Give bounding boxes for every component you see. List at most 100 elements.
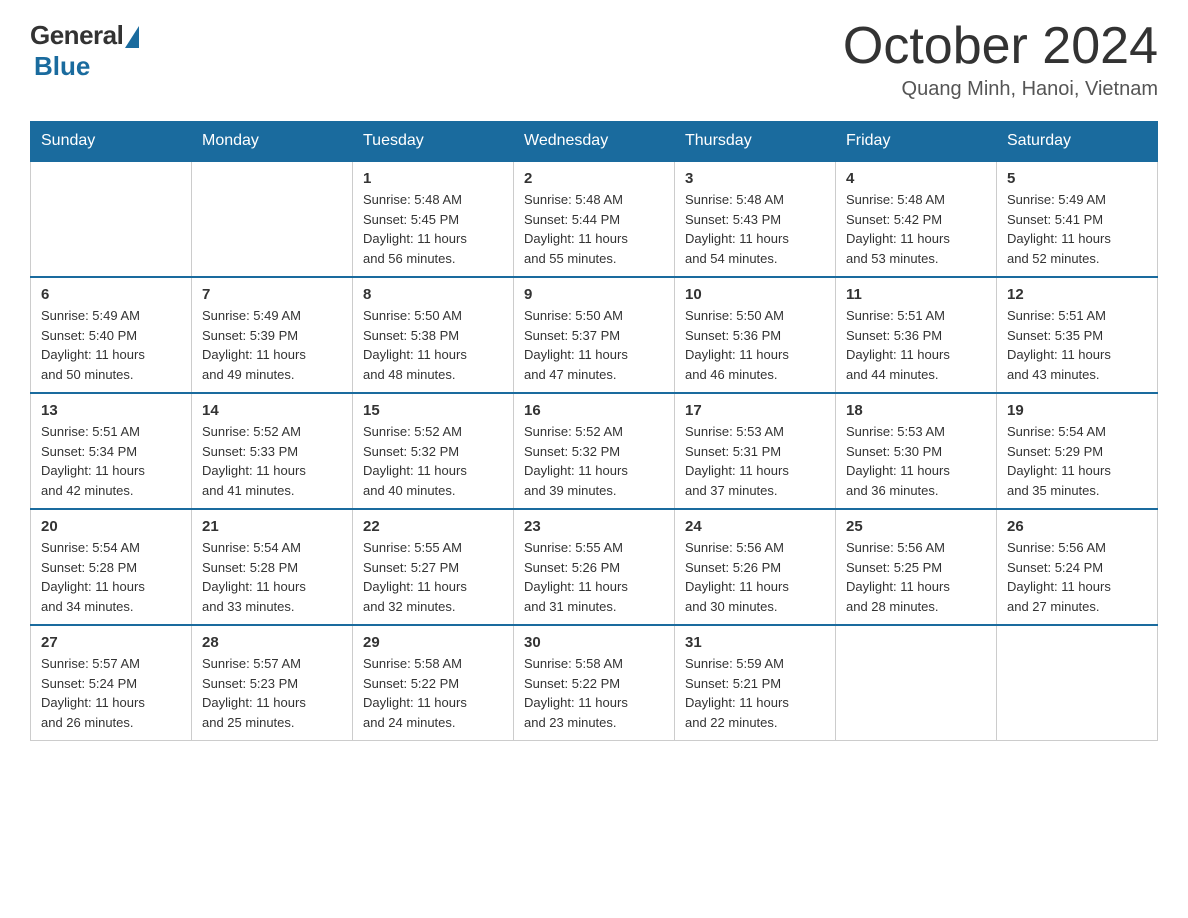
day-number: 24 — [685, 518, 825, 535]
day-info: Sunrise: 5:49 AM Sunset: 5:39 PM Dayligh… — [202, 306, 342, 384]
table-row: 25 Sunrise: 5:56 AM Sunset: 5:25 PM Dayli… — [836, 509, 997, 625]
table-row: 9Sunrise: 5:50 AM Sunset: 5:37 PM Daylig… — [514, 277, 675, 393]
day-number: 25 — [846, 518, 986, 535]
table-row: 13 Sunrise: 5:51 AM Sunset: 5:34 PM Dayli… — [31, 393, 192, 509]
day-number: 11 — [846, 286, 986, 303]
day-number: 5 — [1007, 170, 1147, 187]
table-row: 29Sunrise: 5:58 AM Sunset: 5:22 PM Dayli… — [353, 625, 514, 741]
table-row: 2Sunrise: 5:48 AM Sunset: 5:44 PM Daylig… — [514, 161, 675, 277]
day-number: 16 — [524, 402, 664, 419]
logo-triangle-icon — [125, 26, 139, 48]
day-number: 20 — [41, 518, 181, 535]
day-number: 10 — [685, 286, 825, 303]
table-row: 24 Sunrise: 5:56 AM Sunset: 5:26 PM Dayli… — [675, 509, 836, 625]
day-info: Sunrise: 5:49 AM Sunset: 5:41 PM Dayligh… — [1007, 190, 1147, 268]
day-number: 14 — [202, 402, 342, 419]
table-row: 23 Sunrise: 5:55 AM Sunset: 5:26 PM Dayli… — [514, 509, 675, 625]
day-number: 4 — [846, 170, 986, 187]
day-info: Sunrise: 5:56 AM Sunset: 5:26 PM Dayligh… — [685, 538, 825, 616]
day-info: Sunrise: 5:56 AM Sunset: 5:25 PM Dayligh… — [846, 538, 986, 616]
day-info: Sunrise: 5:54 AM Sunset: 5:28 PM Dayligh… — [41, 538, 181, 616]
day-number: 30 — [524, 634, 664, 651]
day-info: Sunrise: 5:50 AM Sunset: 5:38 PM Dayligh… — [363, 306, 503, 384]
table-row: 19Sunrise: 5:54 AM Sunset: 5:29 PM Dayli… — [997, 393, 1158, 509]
page-header: General Blue October 2024 Quang Minh, Ha… — [30, 20, 1158, 101]
table-row: 14 Sunrise: 5:52 AM Sunset: 5:33 PM Dayli… — [192, 393, 353, 509]
day-info: Sunrise: 5:59 AM Sunset: 5:21 PM Dayligh… — [685, 654, 825, 732]
table-row: 11 Sunrise: 5:51 AM Sunset: 5:36 PM Dayli… — [836, 277, 997, 393]
table-row — [192, 161, 353, 277]
day-info: Sunrise: 5:48 AM Sunset: 5:43 PM Dayligh… — [685, 190, 825, 268]
day-number: 6 — [41, 286, 181, 303]
day-number: 17 — [685, 402, 825, 419]
day-info: Sunrise: 5:57 AM Sunset: 5:24 PM Dayligh… — [41, 654, 181, 732]
day-info: Sunrise: 5:53 AM Sunset: 5:30 PM Dayligh… — [846, 422, 986, 500]
week-row-3: 13 Sunrise: 5:51 AM Sunset: 5:34 PM Dayli… — [31, 393, 1158, 509]
logo-general-text: General — [30, 20, 123, 51]
col-monday: Monday — [192, 122, 353, 162]
table-row — [836, 625, 997, 741]
table-row: 27 Sunrise: 5:57 AM Sunset: 5:24 PM Dayli… — [31, 625, 192, 741]
day-info: Sunrise: 5:52 AM Sunset: 5:32 PM Dayligh… — [524, 422, 664, 500]
day-number: 28 — [202, 634, 342, 651]
day-info: Sunrise: 5:49 AM Sunset: 5:40 PM Dayligh… — [41, 306, 181, 384]
table-row: 22Sunrise: 5:55 AM Sunset: 5:27 PM Dayli… — [353, 509, 514, 625]
table-row: 4 Sunrise: 5:48 AM Sunset: 5:42 PM Daylig… — [836, 161, 997, 277]
day-number: 15 — [363, 402, 503, 419]
day-number: 13 — [41, 402, 181, 419]
col-saturday: Saturday — [997, 122, 1158, 162]
col-thursday: Thursday — [675, 122, 836, 162]
title-section: October 2024 Quang Minh, Hanoi, Vietnam — [843, 20, 1158, 101]
day-number: 23 — [524, 518, 664, 535]
table-row: 20 Sunrise: 5:54 AM Sunset: 5:28 PM Dayli… — [31, 509, 192, 625]
day-info: Sunrise: 5:54 AM Sunset: 5:28 PM Dayligh… — [202, 538, 342, 616]
table-row: 3Sunrise: 5:48 AM Sunset: 5:43 PM Daylig… — [675, 161, 836, 277]
table-row: 7 Sunrise: 5:49 AM Sunset: 5:39 PM Daylig… — [192, 277, 353, 393]
col-tuesday: Tuesday — [353, 122, 514, 162]
week-row-5: 27 Sunrise: 5:57 AM Sunset: 5:24 PM Dayli… — [31, 625, 1158, 741]
table-row: 26 Sunrise: 5:56 AM Sunset: 5:24 PM Dayli… — [997, 509, 1158, 625]
logo: General Blue — [30, 20, 139, 82]
table-row: 10 Sunrise: 5:50 AM Sunset: 5:36 PM Dayli… — [675, 277, 836, 393]
col-wednesday: Wednesday — [514, 122, 675, 162]
table-row: 21 Sunrise: 5:54 AM Sunset: 5:28 PM Dayli… — [192, 509, 353, 625]
week-row-4: 20 Sunrise: 5:54 AM Sunset: 5:28 PM Dayli… — [31, 509, 1158, 625]
day-number: 7 — [202, 286, 342, 303]
day-number: 19 — [1007, 402, 1147, 419]
table-row — [997, 625, 1158, 741]
day-number: 31 — [685, 634, 825, 651]
day-number: 26 — [1007, 518, 1147, 535]
day-info: Sunrise: 5:58 AM Sunset: 5:22 PM Dayligh… — [524, 654, 664, 732]
location-text: Quang Minh, Hanoi, Vietnam — [843, 78, 1158, 101]
day-info: Sunrise: 5:55 AM Sunset: 5:27 PM Dayligh… — [363, 538, 503, 616]
day-info: Sunrise: 5:55 AM Sunset: 5:26 PM Dayligh… — [524, 538, 664, 616]
table-row: 8Sunrise: 5:50 AM Sunset: 5:38 PM Daylig… — [353, 277, 514, 393]
week-row-2: 6 Sunrise: 5:49 AM Sunset: 5:40 PM Daylig… — [31, 277, 1158, 393]
calendar-table: Sunday Monday Tuesday Wednesday Thursday… — [30, 121, 1158, 741]
day-info: Sunrise: 5:56 AM Sunset: 5:24 PM Dayligh… — [1007, 538, 1147, 616]
day-number: 1 — [363, 170, 503, 187]
day-number: 18 — [846, 402, 986, 419]
table-row: 28Sunrise: 5:57 AM Sunset: 5:23 PM Dayli… — [192, 625, 353, 741]
day-info: Sunrise: 5:48 AM Sunset: 5:45 PM Dayligh… — [363, 190, 503, 268]
day-number: 27 — [41, 634, 181, 651]
day-info: Sunrise: 5:52 AM Sunset: 5:32 PM Dayligh… — [363, 422, 503, 500]
calendar-header-row: Sunday Monday Tuesday Wednesday Thursday… — [31, 122, 1158, 162]
day-info: Sunrise: 5:50 AM Sunset: 5:36 PM Dayligh… — [685, 306, 825, 384]
day-info: Sunrise: 5:58 AM Sunset: 5:22 PM Dayligh… — [363, 654, 503, 732]
day-number: 9 — [524, 286, 664, 303]
table-row: 31 Sunrise: 5:59 AM Sunset: 5:21 PM Dayli… — [675, 625, 836, 741]
day-info: Sunrise: 5:51 AM Sunset: 5:36 PM Dayligh… — [846, 306, 986, 384]
table-row: 16 Sunrise: 5:52 AM Sunset: 5:32 PM Dayli… — [514, 393, 675, 509]
day-info: Sunrise: 5:51 AM Sunset: 5:34 PM Dayligh… — [41, 422, 181, 500]
day-number: 21 — [202, 518, 342, 535]
logo-blue-text: Blue — [34, 51, 90, 82]
table-row: 6 Sunrise: 5:49 AM Sunset: 5:40 PM Daylig… — [31, 277, 192, 393]
day-info: Sunrise: 5:52 AM Sunset: 5:33 PM Dayligh… — [202, 422, 342, 500]
col-sunday: Sunday — [31, 122, 192, 162]
day-info: Sunrise: 5:51 AM Sunset: 5:35 PM Dayligh… — [1007, 306, 1147, 384]
week-row-1: 1 Sunrise: 5:48 AM Sunset: 5:45 PM Daylig… — [31, 161, 1158, 277]
table-row: 30 Sunrise: 5:58 AM Sunset: 5:22 PM Dayli… — [514, 625, 675, 741]
day-info: Sunrise: 5:48 AM Sunset: 5:42 PM Dayligh… — [846, 190, 986, 268]
day-number: 2 — [524, 170, 664, 187]
